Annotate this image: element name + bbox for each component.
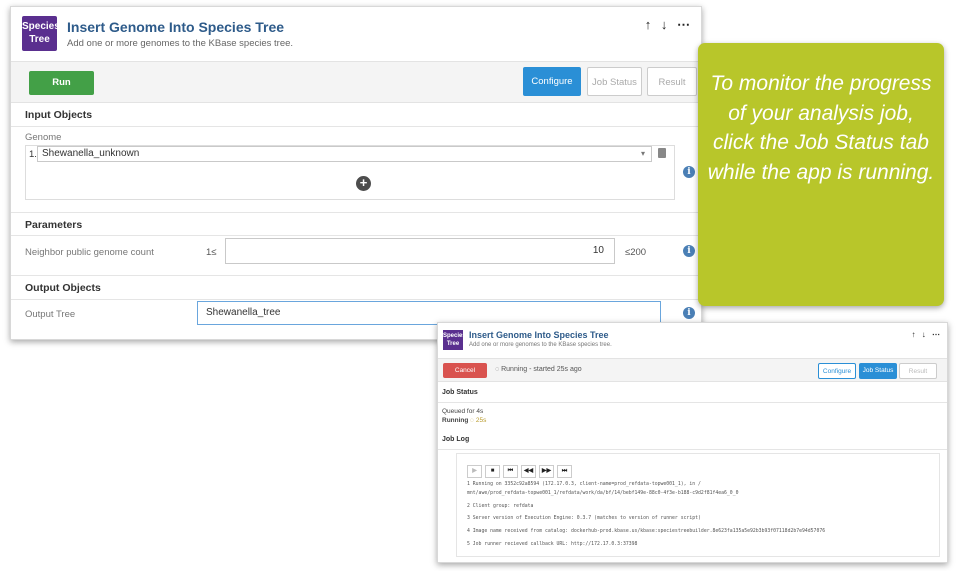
jump-top-icon[interactable]: ⏮ [503,465,518,478]
tab-result[interactable]: Result [647,67,697,96]
genome-select[interactable]: Shewanella_unknown ▾ [37,146,652,162]
genome-label: Genome [25,132,62,143]
job-log-panel: ▶ ■ ⏮ ◀◀ ▶▶ ⏭ 1 Running on 3352c92a8594 (172.… [456,453,940,557]
genome-info-icon[interactable]: i [683,166,695,178]
neighbor-max-text: ≤200 [625,247,647,258]
log-line: 4 Image name received from catalog: dock… [467,529,826,534]
jump-end-icon[interactable]: ⏭ [557,465,572,478]
app-header: Species Tree Insert Genome Into Species … [11,7,701,61]
app-cell-configure: Species Tree Insert Genome Into Species … [10,6,702,340]
add-genome-button[interactable]: + [356,176,371,191]
neighbor-count-input[interactable]: 10 [225,238,615,264]
running-row: Running ◌ 25s [442,417,486,424]
app-subtitle: Add one or more genomes to the KBase spe… [67,38,294,49]
logo-line-1: Species [443,333,466,339]
parameters-heading: Parameters [11,212,701,236]
species-tree-logo: Species Tree [22,16,60,51]
app-title: Insert Genome Into Species Tree [469,330,609,340]
output-tree-label: Output Tree [25,309,76,320]
stop-icon[interactable]: ■ [485,465,500,478]
genome-index: 1. [29,149,37,160]
app-cell-job-status: Species Tree Insert Genome Into Species … [437,322,948,563]
log-controls: ▶ ■ ⏮ ◀◀ ▶▶ ⏭ [467,459,575,478]
tab-job-status[interactable]: Job Status [859,363,897,379]
log-line: 5 Job runner recieved callback URL: http… [467,542,638,547]
tab-configure[interactable]: Configure [523,67,581,96]
logo-line-2: Tree [446,341,460,347]
app-toolbar: Cancel ◌ Running - started 25s ago Confi… [438,358,947,382]
play-icon[interactable]: ▶ [467,465,482,478]
tab-result[interactable]: Result [899,363,937,379]
tab-configure[interactable]: Configure [818,363,856,379]
instruction-text: To monitor the progress of your analysis… [707,72,935,184]
logo-line-1: Species [22,21,60,32]
input-objects-heading: Input Objects [11,104,701,127]
log-line: 3 Server version of Execution Engine: 0.… [467,516,701,521]
app-subtitle: Add one or more genomes to the KBase spe… [469,342,612,348]
queued-text: Queued for 4s [442,408,484,415]
running-status-text: ◌ Running - started 25s ago [495,366,582,373]
app-title: Insert Genome Into Species Tree [67,19,285,35]
running-time: ◌ 25s [470,417,487,424]
page-back-icon[interactable]: ◀◀ [521,465,536,478]
log-line: 1 Running on 3352c92a8594 (172.17.0.3, c… [467,482,701,487]
instruction-callout: To monitor the progress of your analysis… [698,43,944,306]
run-button[interactable]: Run [29,71,94,95]
job-status-heading: Job Status [438,389,947,403]
chevron-down-icon: ▾ [640,149,645,158]
neighbor-count-label: Neighbor public genome count [25,247,154,258]
genome-select-value: Shewanella_unknown [42,148,140,159]
running-label: Running [442,417,469,424]
log-line: 2 Client group: refdata [467,504,534,509]
output-objects-heading: Output Objects [11,275,701,300]
neighbor-min-text: 1≤ [206,247,217,258]
cell-move-menu-icons[interactable]: ↑ ↓ ⋯ [645,17,693,33]
log-line: mnt/awe/prod_refdata-topwe001_1/refdata/… [467,491,739,496]
logo-line-2: Tree [29,34,50,45]
species-tree-logo-small: Species Tree [443,330,466,350]
output-info-icon[interactable]: i [683,307,695,319]
cancel-button[interactable]: Cancel [443,363,487,378]
tab-job-status[interactable]: Job Status [587,67,642,96]
app-toolbar: Run Configure Job Status Result [11,61,701,103]
neighbor-info-icon[interactable]: i [683,245,695,257]
trash-icon[interactable] [658,148,666,158]
job-log-heading: Job Log [438,436,947,450]
cell-move-menu-icons[interactable]: ↑ ↓ ⋯ [912,330,942,339]
page-forward-icon[interactable]: ▶▶ [539,465,554,478]
